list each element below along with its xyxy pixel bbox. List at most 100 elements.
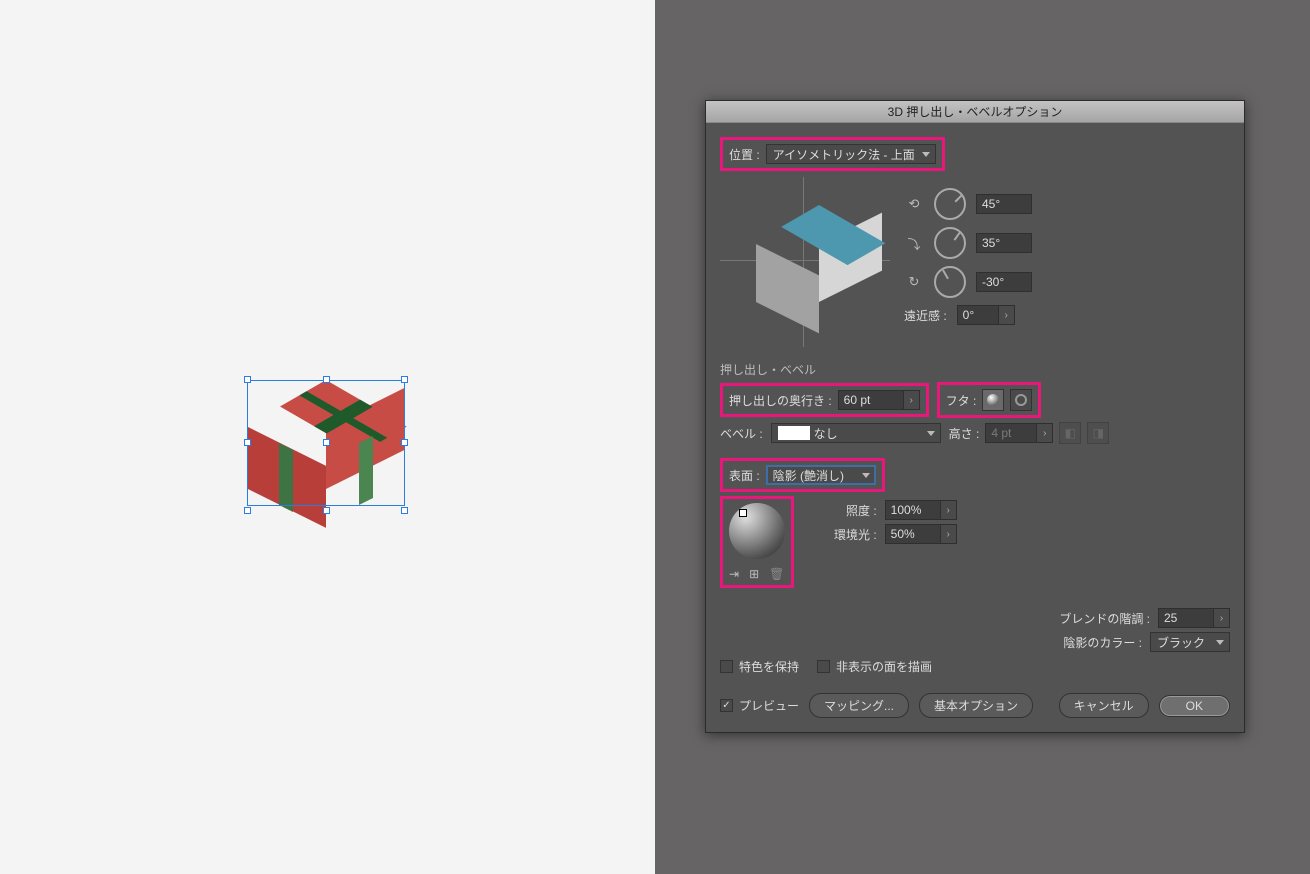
shade-color-label: 陰影のカラー : xyxy=(1063,634,1142,651)
surface-value: 陰影 (艶消し) xyxy=(773,467,844,484)
preserve-spot-checkbox[interactable]: 特色を保持 xyxy=(720,658,799,675)
rotation-track-cube[interactable] xyxy=(720,177,890,347)
surface-dropdown[interactable]: 陰影 (艶消し) xyxy=(766,465,876,485)
app-background: 3D 押し出し・ベベルオプション 位置 : アイソメトリック法 - 上面 xyxy=(655,0,1310,874)
blend-steps-field[interactable]: › xyxy=(1158,608,1230,628)
chevron-down-icon xyxy=(1216,640,1224,645)
artboard[interactable] xyxy=(0,0,655,874)
chevron-down-icon xyxy=(862,473,870,478)
extrude-depth-stepper[interactable]: › xyxy=(904,390,920,410)
bevel-label: ベベル : xyxy=(720,425,763,442)
cap-hollow-icon xyxy=(1015,394,1027,406)
rotate-y-field[interactable] xyxy=(976,233,1032,253)
rotate-z-icon: ↻ xyxy=(904,274,924,290)
bevel-height-label: 高さ : xyxy=(949,425,980,442)
ok-button[interactable]: OK xyxy=(1159,695,1230,717)
light-intensity-stepper[interactable]: › xyxy=(941,500,957,520)
extrude-bevel-dialog: 3D 押し出し・ベベルオプション 位置 : アイソメトリック法 - 上面 xyxy=(705,100,1245,733)
shade-color-value: ブラック xyxy=(1157,634,1205,651)
chevron-down-icon xyxy=(922,152,930,157)
handle-nw[interactable] xyxy=(244,376,251,383)
bevel-swatch xyxy=(778,426,810,440)
position-dropdown[interactable]: アイソメトリック法 - 上面 xyxy=(766,144,936,164)
surface-highlight: 表面 : 陰影 (艶消し) xyxy=(720,458,885,492)
chevron-down-icon xyxy=(927,431,935,436)
rotate-y-dial[interactable] xyxy=(934,227,966,259)
position-label: 位置 : xyxy=(729,146,760,163)
cap-highlight: フタ : xyxy=(937,382,1042,418)
ambient-light-stepper[interactable]: › xyxy=(941,524,957,544)
dialog-title: 3D 押し出し・ベベルオプション xyxy=(706,101,1244,123)
blend-steps-stepper[interactable]: › xyxy=(1214,608,1230,628)
light-handle[interactable] xyxy=(739,509,747,517)
light-intensity-label: 照度 : xyxy=(846,502,877,519)
handle-e[interactable] xyxy=(401,439,408,446)
extrude-depth-highlight: 押し出しの奥行き : › xyxy=(720,383,929,417)
move-light-back-icon[interactable]: ⇥ xyxy=(729,567,739,581)
cap-solid-icon xyxy=(987,394,999,406)
bevel-in-icon: ◧ xyxy=(1065,426,1076,440)
cancel-button[interactable]: キャンセル xyxy=(1059,693,1149,718)
bevel-extent-in-button: ◧ xyxy=(1059,422,1081,444)
selected-artwork[interactable] xyxy=(248,380,404,510)
perspective-stepper[interactable]: › xyxy=(999,305,1015,325)
bevel-height-input xyxy=(985,423,1037,443)
checkbox-icon xyxy=(817,660,830,673)
rotate-x-input[interactable] xyxy=(976,194,1032,214)
rotate-z-field[interactable] xyxy=(976,272,1032,292)
handle-ne[interactable] xyxy=(401,376,408,383)
rotate-x-field[interactable] xyxy=(976,194,1032,214)
position-highlight: 位置 : アイソメトリック法 - 上面 xyxy=(720,137,945,171)
handle-center[interactable] xyxy=(323,439,330,446)
rotate-z-dial[interactable] xyxy=(934,266,966,298)
extrude-depth-label: 押し出しの奥行き : xyxy=(729,392,832,409)
rotate-x-dial[interactable] xyxy=(934,188,966,220)
bevel-extent-out-button: ◨ xyxy=(1087,422,1109,444)
perspective-label: 遠近感 : xyxy=(904,307,947,324)
hidden-faces-label: 非表示の面を描画 xyxy=(836,658,932,675)
cap-off-button[interactable] xyxy=(1010,389,1032,411)
preserve-spot-label: 特色を保持 xyxy=(739,658,799,675)
rotate-z-input[interactable] xyxy=(976,272,1032,292)
map-art-button[interactable]: マッピング... xyxy=(809,693,909,718)
blend-steps-label: ブレンドの階調 : xyxy=(1059,610,1150,627)
checkbox-checked-icon xyxy=(720,699,733,712)
ambient-light-input[interactable] xyxy=(885,524,941,544)
bevel-out-icon: ◨ xyxy=(1093,426,1104,440)
ambient-light-label: 環境光 : xyxy=(834,526,877,543)
surface-label: 表面 : xyxy=(729,467,760,484)
light-sphere-highlight: ⇥ ⊞ 🗑 xyxy=(720,496,794,588)
light-intensity-input[interactable] xyxy=(885,500,941,520)
bevel-value: なし xyxy=(814,425,838,442)
rotate-y-input[interactable] xyxy=(976,233,1032,253)
preview-label: プレビュー xyxy=(739,697,799,714)
draw-hidden-faces-checkbox[interactable]: 非表示の面を描画 xyxy=(817,658,932,675)
perspective-field[interactable]: › xyxy=(957,305,1015,325)
rotate-y-icon: ⤵ xyxy=(904,234,924,253)
position-value: アイソメトリック法 - 上面 xyxy=(773,146,915,163)
blend-steps-input[interactable] xyxy=(1158,608,1214,628)
bevel-height-field: › xyxy=(985,423,1053,443)
bevel-height-group: 高さ : › ◧ ◨ xyxy=(949,422,1110,444)
preview-checkbox[interactable]: プレビュー xyxy=(720,697,799,714)
new-light-icon[interactable]: ⊞ xyxy=(749,567,759,581)
extrude-depth-field[interactable]: › xyxy=(838,390,920,410)
shade-color-dropdown[interactable]: ブラック xyxy=(1150,632,1230,652)
extrude-section-heading: 押し出し・ベベル xyxy=(720,361,1230,378)
handle-sw[interactable] xyxy=(244,507,251,514)
perspective-input[interactable] xyxy=(957,305,999,325)
handle-se[interactable] xyxy=(401,507,408,514)
handle-s[interactable] xyxy=(323,507,330,514)
delete-light-icon[interactable]: 🗑 xyxy=(769,567,784,581)
rotate-x-icon: ⟲ xyxy=(904,196,924,212)
handle-n[interactable] xyxy=(323,376,330,383)
handle-w[interactable] xyxy=(244,439,251,446)
fewer-options-button[interactable]: 基本オプション xyxy=(919,693,1033,718)
light-intensity-field[interactable]: › xyxy=(885,500,957,520)
bevel-dropdown[interactable]: なし xyxy=(771,423,941,443)
lighting-sphere[interactable] xyxy=(729,503,785,559)
ambient-light-field[interactable]: › xyxy=(885,524,957,544)
extrude-depth-input[interactable] xyxy=(838,390,904,410)
checkbox-icon xyxy=(720,660,733,673)
cap-on-button[interactable] xyxy=(982,389,1004,411)
